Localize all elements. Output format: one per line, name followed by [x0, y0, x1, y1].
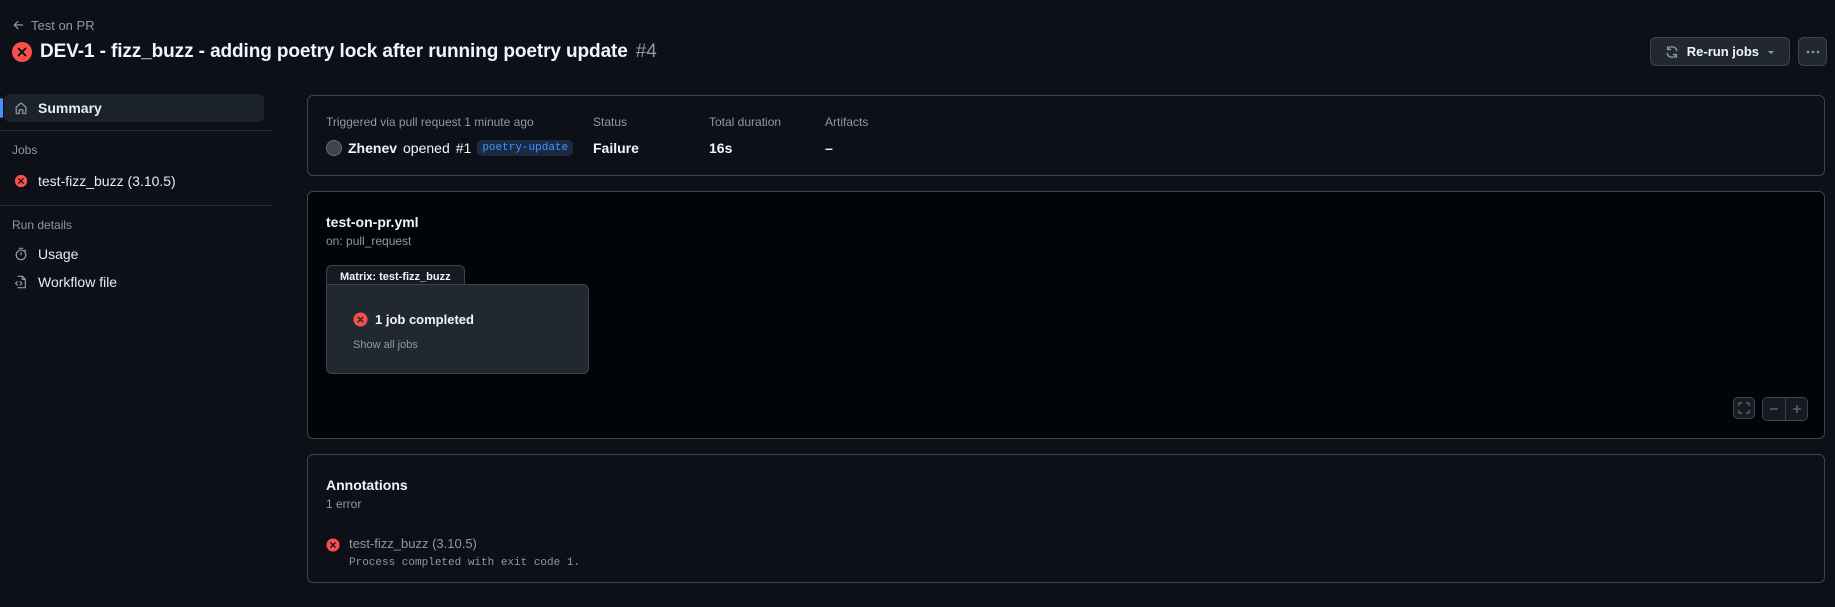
run-details-heading: Run details [12, 218, 73, 232]
workflow-graph-card: test-on-pr.yml on: pull_request Matrix: … [307, 191, 1825, 439]
page-header: Test on PR DEV-1 - fizz_buzz - adding po… [0, 0, 1835, 80]
duration-value: 16s [709, 140, 733, 156]
triangle-down-icon [1767, 48, 1775, 56]
actor-link[interactable]: Zhenev [348, 140, 397, 156]
sidebar-item-label: Workflow file [38, 274, 118, 290]
fullscreen-button[interactable] [1733, 397, 1755, 419]
trigger-action: opened [403, 140, 450, 156]
screen-full-icon [1738, 402, 1750, 414]
annotations-card: Annotations 1 error test-fizz_buzz (3.10… [307, 454, 1825, 583]
plus-icon [1791, 403, 1803, 415]
artifacts-info: Artifacts – [825, 115, 868, 158]
status-value: Failure [593, 140, 639, 156]
sync-icon [1665, 45, 1679, 59]
sidebar-divider [0, 130, 272, 131]
artifacts-label: Artifacts [825, 115, 869, 129]
jobs-heading: Jobs [12, 143, 38, 157]
branch-badge[interactable]: poetry-update [477, 140, 574, 156]
status-info: Status Failure [593, 115, 639, 158]
annotation-job-link[interactable]: test-fizz_buzz (3.10.5) [349, 536, 580, 551]
avatar[interactable] [326, 140, 342, 156]
sidebar-item-label: Usage [38, 246, 79, 262]
annotation-body: test-fizz_buzz (3.10.5) Process complete… [349, 536, 580, 569]
back-link-label: Test on PR [31, 17, 95, 33]
home-icon [14, 101, 28, 115]
kebab-horizontal-icon [1805, 44, 1821, 60]
job-summary-row[interactable]: 1 job completed [353, 312, 474, 327]
back-to-workflow-link[interactable]: Test on PR [12, 16, 95, 34]
trigger-label: Triggered via pull request 1 minute ago [326, 115, 534, 129]
workflow-file-name: test-on-pr.yml [326, 214, 419, 230]
workflow-trigger: on: pull_request [326, 234, 412, 248]
x-circle-fill-icon [326, 538, 340, 569]
more-options-button[interactable] [1798, 37, 1827, 66]
sidebar-item-workflow-file[interactable]: Workflow file [4, 268, 264, 296]
zoom-button-group [1762, 397, 1808, 421]
status-label: Status [593, 115, 628, 129]
annotation-item: test-fizz_buzz (3.10.5) Process complete… [326, 536, 580, 569]
pr-link[interactable]: #1 [456, 140, 472, 156]
run-title-row: DEV-1 - fizz_buzz - adding poetry lock a… [12, 40, 657, 64]
file-code-icon [14, 275, 28, 289]
zoom-in-button[interactable] [1785, 398, 1807, 420]
dash-icon [1768, 403, 1780, 415]
annotation-message: Process completed with exit code 1. [349, 557, 581, 569]
show-all-jobs-link[interactable]: Show all jobs [353, 339, 418, 351]
sidebar: Summary Jobs test-fizz_buzz (3.10.5) Run… [0, 94, 272, 296]
trigger-details: Zhenev opened #1 poetry-update [326, 138, 574, 158]
stopwatch-icon [14, 247, 28, 261]
job-summary-label: 1 job completed [375, 312, 474, 327]
sidebar-item-usage[interactable]: Usage [4, 240, 264, 268]
arrow-left-icon [12, 19, 24, 31]
x-circle-fill-icon [14, 174, 28, 188]
annotations-title: Annotations [326, 477, 408, 493]
sidebar-item-job[interactable]: test-fizz_buzz (3.10.5) [4, 167, 264, 195]
run-number: #4 [635, 41, 657, 62]
sidebar-item-label: test-fizz_buzz (3.10.5) [38, 173, 176, 189]
rerun-jobs-label: Re-run jobs [1686, 44, 1759, 59]
run-summary-card: Triggered via pull request 1 minute ago … [307, 95, 1825, 176]
duration-label: Total duration [709, 115, 782, 129]
zoom-out-button[interactable] [1763, 398, 1785, 420]
page-title: DEV-1 - fizz_buzz - adding poetry lock a… [40, 41, 628, 62]
x-circle-fill-icon [12, 42, 32, 62]
annotations-count: 1 error [326, 497, 362, 511]
x-circle-fill-icon [353, 312, 368, 327]
sidebar-divider [0, 205, 272, 206]
rerun-jobs-button[interactable]: Re-run jobs [1649, 37, 1790, 66]
duration-info: Total duration 16s [709, 115, 781, 158]
sidebar-item-label: Summary [38, 100, 102, 116]
header-actions: Re-run jobs [1649, 37, 1827, 66]
sidebar-item-summary[interactable]: Summary [0, 94, 264, 122]
matrix-job-group: 1 job completed Show all jobs [326, 284, 589, 374]
graph-zoom-controls [1733, 397, 1808, 421]
trigger-info: Triggered via pull request 1 minute ago … [326, 115, 574, 158]
artifacts-value: – [825, 140, 833, 156]
